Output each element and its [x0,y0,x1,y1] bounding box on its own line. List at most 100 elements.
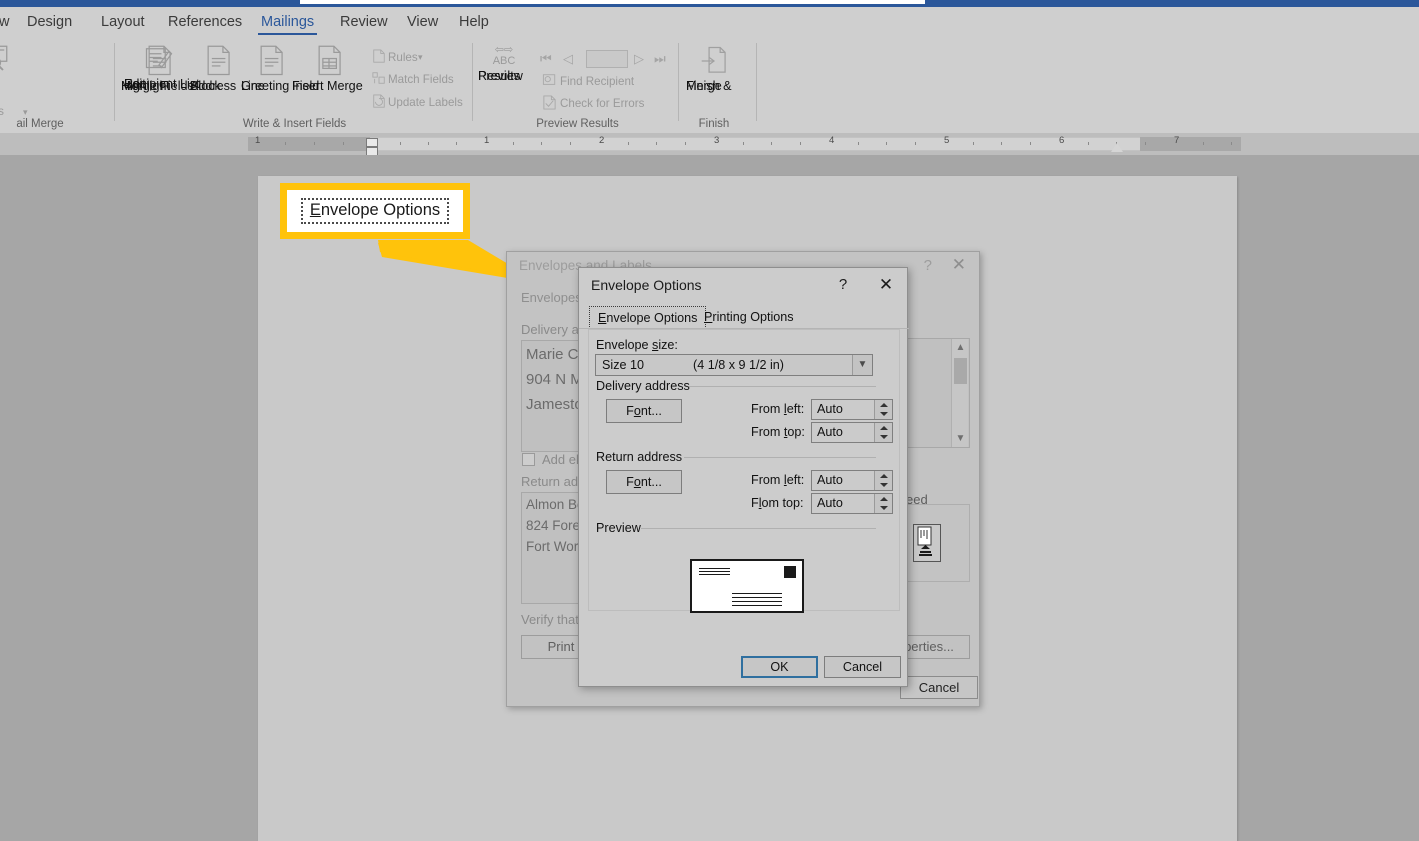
ruler-number-2: 2 [599,135,605,146]
ribbon-rules-label[interactable]: Rules [388,51,418,64]
first-line-indent-marker[interactable] [366,138,378,147]
envelope-size-label-rest: ize: [658,338,678,352]
envelope-options-close-icon[interactable]: ✕ [874,274,898,296]
delivery-address-font-button[interactable]: Font... [606,399,682,423]
ribbon-highlight-merge-fields-button[interactable]: Highlight Merge Fields [121,45,197,92]
spinner-arrows-icon[interactable] [874,494,892,513]
ribbon-tab-layout[interactable]: Layout [94,11,152,35]
callout-envelope-options: Envelope Options [280,183,470,239]
chevron-down-icon[interactable]: ▼ [852,355,872,375]
match-fields-icon [372,72,385,84]
insert-merge-field-line2: Field [292,79,320,93]
return-from-left-value: Auto [817,473,843,487]
spellcheck-abc-icon: ⇦⇨ ABC [492,44,516,67]
next-record-icon[interactable]: ▷ [634,51,644,67]
ribbon-group-separator-2 [472,43,473,121]
ribbon-tab-w[interactable]: w [0,11,16,35]
spinner-arrows-icon[interactable] [874,471,892,490]
preview-scrollbar[interactable]: ▲ ▼ [951,339,968,447]
delivery-font-accel: o [633,404,641,418]
tab-printing-options[interactable]: Printing Options [696,306,802,329]
ribbon-group-label-mail-merge: ail Merge [16,118,64,130]
rules-chevron-down-icon[interactable]: ▾ [418,52,423,63]
highlight-merge-fields-line2: Merge Fields [121,79,194,93]
return-from-top-spinner[interactable]: Auto [811,493,893,514]
ruler-right-margin [1140,137,1241,151]
ribbon-select-recipients-label-2[interactable]: ents [0,105,4,118]
callout-label: Envelope Options [300,198,450,224]
finish-and-merge-icon [701,46,726,73]
find-recipient-icon [542,74,556,85]
ribbon-find-recipient-label[interactable]: Find Recipient [560,75,634,88]
ribbon-tab-review[interactable]: Review [333,11,395,35]
add-electronic-postage-checkbox[interactable] [522,453,535,466]
chevron-down-icon[interactable]: ▾ [23,107,28,118]
envelope-size-combobox[interactable]: Size 10 (4 1/8 x 9 1/2 in) ▼ [595,354,873,376]
envelopes-labels-cancel-button[interactable]: Cancel [900,676,978,699]
ribbon-address-block-button[interactable]: Address Block [190,45,246,92]
ribbon-group-label-finish: Finish [698,118,730,130]
envelope-options-dialog[interactable]: Envelope Options ? ✕ Envelope Options Pr… [578,267,909,687]
ruler-number-1: 1 [484,135,490,146]
ribbon-finish-and-merge-button[interactable]: Finish & Merge [686,45,742,92]
greeting-line-icon [260,45,283,76]
horizontal-ruler[interactable]: 1 1 2 3 4 5 6 7 [0,133,1419,155]
rules-icon [373,49,385,63]
envelope-preview-graphic [690,559,804,613]
envelopes-labels-tab-envelopes[interactable]: Envelopes [521,290,582,305]
ribbon-tab-design[interactable]: Design [20,11,79,35]
scrollbar-thumb[interactable] [954,358,967,384]
delivery-font-rest: nt... [640,404,662,418]
scroll-up-icon[interactable]: ▲ [952,339,969,356]
return-font-accel: o [633,475,641,489]
ribbon-tab-view[interactable]: View [400,11,445,35]
scroll-down-icon[interactable]: ▼ [952,430,969,447]
screen-root: w Design Layout References Mailings Revi… [0,0,1419,841]
ruler-number-4: 4 [829,135,835,146]
delivery-address-group-label: Delivery address [596,379,690,393]
tab-printing-options-rest: rinting Options [712,310,794,324]
record-number-input[interactable] [586,50,628,68]
callout-rest: nvelope Options [320,201,441,219]
ribbon-tab-mailings[interactable]: Mailings [254,11,321,35]
ribbon-check-for-errors-label[interactable]: Check for Errors [560,97,644,110]
spinner-arrows-icon[interactable] [874,423,892,442]
right-indent-marker[interactable] [1111,143,1123,152]
finish-merge-line2: Merge [686,79,722,93]
ribbon-tab-help[interactable]: Help [452,11,496,35]
last-record-icon[interactable]: ⏭ [654,51,666,67]
ribbon-tab-references[interactable]: References [161,11,249,35]
preview-group-rule [641,528,876,529]
ribbon-insert-merge-field-button[interactable]: Insert Merge Field [292,45,366,92]
delivery-from-left-spinner[interactable]: Auto [811,399,893,420]
abc-text: ABC [492,55,516,67]
return-from-left-spinner[interactable]: Auto [811,470,893,491]
delivery-from-top-spinner[interactable]: Auto [811,422,893,443]
envelope-options-cancel-button[interactable]: Cancel [824,656,901,678]
spinner-arrows-icon[interactable] [874,400,892,419]
ruler-number-6: 6 [1059,135,1065,146]
return-font-prefix: F [626,475,634,489]
envelope-options-ok-button[interactable]: OK [741,656,818,678]
return-address-font-button[interactable]: Font... [606,470,682,494]
delivery-address-line-1: Marie C [526,346,579,363]
ruler-left-margin [248,137,370,151]
first-record-icon[interactable]: ⏮ [540,51,552,67]
preview-group-label: Preview [596,521,641,535]
envelope-options-help-icon[interactable]: ? [832,275,854,295]
envelopes-labels-close-icon[interactable]: ✕ [952,255,966,275]
previous-record-icon[interactable]: ◁ [563,51,573,67]
envelopes-labels-verify-text: Verify that [521,612,579,627]
address-block-icon [207,45,230,76]
feed-direction-icon[interactable] [913,524,941,562]
ribbon-group-separator-4 [756,43,757,121]
tab-envelope-options[interactable]: Envelope Options [589,306,707,329]
ribbon-match-fields-label[interactable]: Match Fields [388,73,454,86]
return-from-left-label: From left: [751,473,805,487]
envelopes-labels-help-icon[interactable]: ? [924,257,932,274]
delivery-address-line-3: Jamesto [526,396,583,413]
return-address-group-rule [684,457,876,458]
envelopes-labels-return-address-label: Return add [521,474,586,489]
ribbon-preview-results-button[interactable]: ⇦⇨ ABC Preview Results [478,44,530,83]
ribbon-update-labels-label[interactable]: Update Labels [388,96,463,109]
